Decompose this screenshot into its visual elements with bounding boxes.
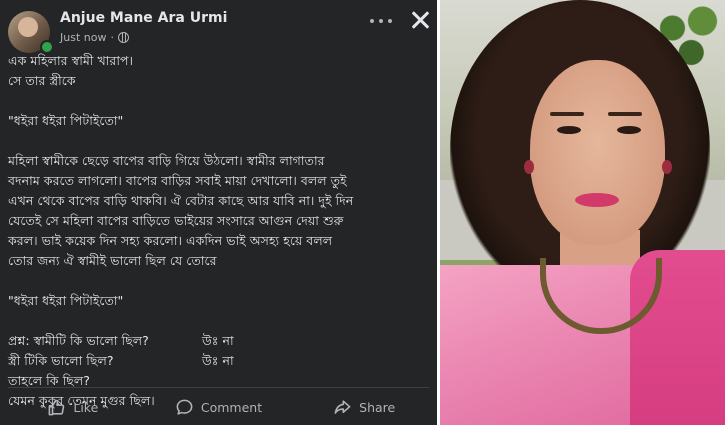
divider <box>8 387 429 388</box>
post-text-line: এক মহিলার স্বামী খারাপ। <box>8 53 134 68</box>
photo-right-eye <box>617 126 641 134</box>
share-label: Share <box>359 399 396 415</box>
post-text-line: যেতেই সে মহিলা বাপের বাড়িতে ভাইয়ের সংস… <box>8 213 344 228</box>
more-horizontal-icon[interactable] <box>370 14 392 28</box>
qa-answer: উঃ না <box>202 353 234 368</box>
portrait-photo <box>440 0 725 425</box>
post-text-line: সে তার স্ত্রীকে <box>8 73 76 88</box>
post-meta: Just now · <box>60 31 129 44</box>
post-text-line: "ধইরা ধইরা পিটাইতো" <box>8 293 124 308</box>
photo-right-earring <box>662 160 672 174</box>
photo-left-brow <box>550 112 584 116</box>
qa-question: প্রশ্ন: স্বামীটি কি ভালো ছিল? <box>8 333 149 348</box>
share-icon <box>334 399 351 414</box>
post-text-line: "ধইরা ধইরা পিটাইতো" <box>8 113 124 128</box>
like-button[interactable]: Like <box>0 393 146 421</box>
composite-image: Anjue Mane Ara Urmi Just now · এক মহিলার… <box>0 0 725 425</box>
globe-icon <box>117 32 129 43</box>
post-text-line: করল। ভাই কয়েক দিন সহ্য করলো। একদিন ভাই … <box>8 233 333 248</box>
photo-lips <box>575 193 619 207</box>
close-icon[interactable] <box>408 8 432 32</box>
post-text-line: বদনাম করতে লাগলো। বাপের বাড়ির সবাই মায়… <box>8 173 347 188</box>
author-name[interactable]: Anjue Mane Ara Urmi <box>60 10 227 26</box>
post-text-line: এখন থেকে বাপের বাড়ি থাকবি। ঐ বেটার কাছে… <box>8 193 354 208</box>
facebook-post-screenshot: Anjue Mane Ara Urmi Just now · এক মহিলার… <box>0 0 437 425</box>
post-text-line: মহিলা স্বামীকে ছেড়ে বাপের বাড়ি গিয়ে উ… <box>8 153 325 168</box>
qa-answer: উঃ না <box>202 333 234 348</box>
photo-left-earring <box>524 160 534 174</box>
timestamp[interactable]: Just now <box>60 31 106 44</box>
like-icon <box>48 399 65 415</box>
post-actions: Like Comment Share <box>0 393 437 421</box>
photo-right-brow <box>608 112 642 116</box>
photo-left-eye <box>557 126 581 134</box>
comment-label: Comment <box>200 399 263 415</box>
qa-question: স্ত্রী টিকি ভালো ছিল? <box>8 353 114 368</box>
comment-button[interactable]: Comment <box>146 393 292 421</box>
like-label: Like <box>73 399 99 415</box>
photo-face <box>530 60 665 245</box>
post-text-line: তোর জন্য ঐ স্বামীই ভালো ছিল যে তোরে <box>8 253 217 268</box>
comment-icon <box>176 399 193 415</box>
post-header: Anjue Mane Ara Urmi Just now · <box>8 8 427 54</box>
post-body: এক মহিলার স্বামী খারাপ। সে তার স্ত্রীকে "ধ… <box>8 51 430 411</box>
dot-separator: · <box>110 31 114 44</box>
qa-row: প্রশ্ন: স্বামীটি কি ভালো ছিল? উঃ না <box>8 331 430 351</box>
qa-row: স্ত্রী টিকি ভালো ছিল? উঃ না <box>8 351 430 371</box>
share-button[interactable]: Share <box>291 393 437 421</box>
post-text-line: তাহলে কি ছিল? <box>8 373 90 388</box>
